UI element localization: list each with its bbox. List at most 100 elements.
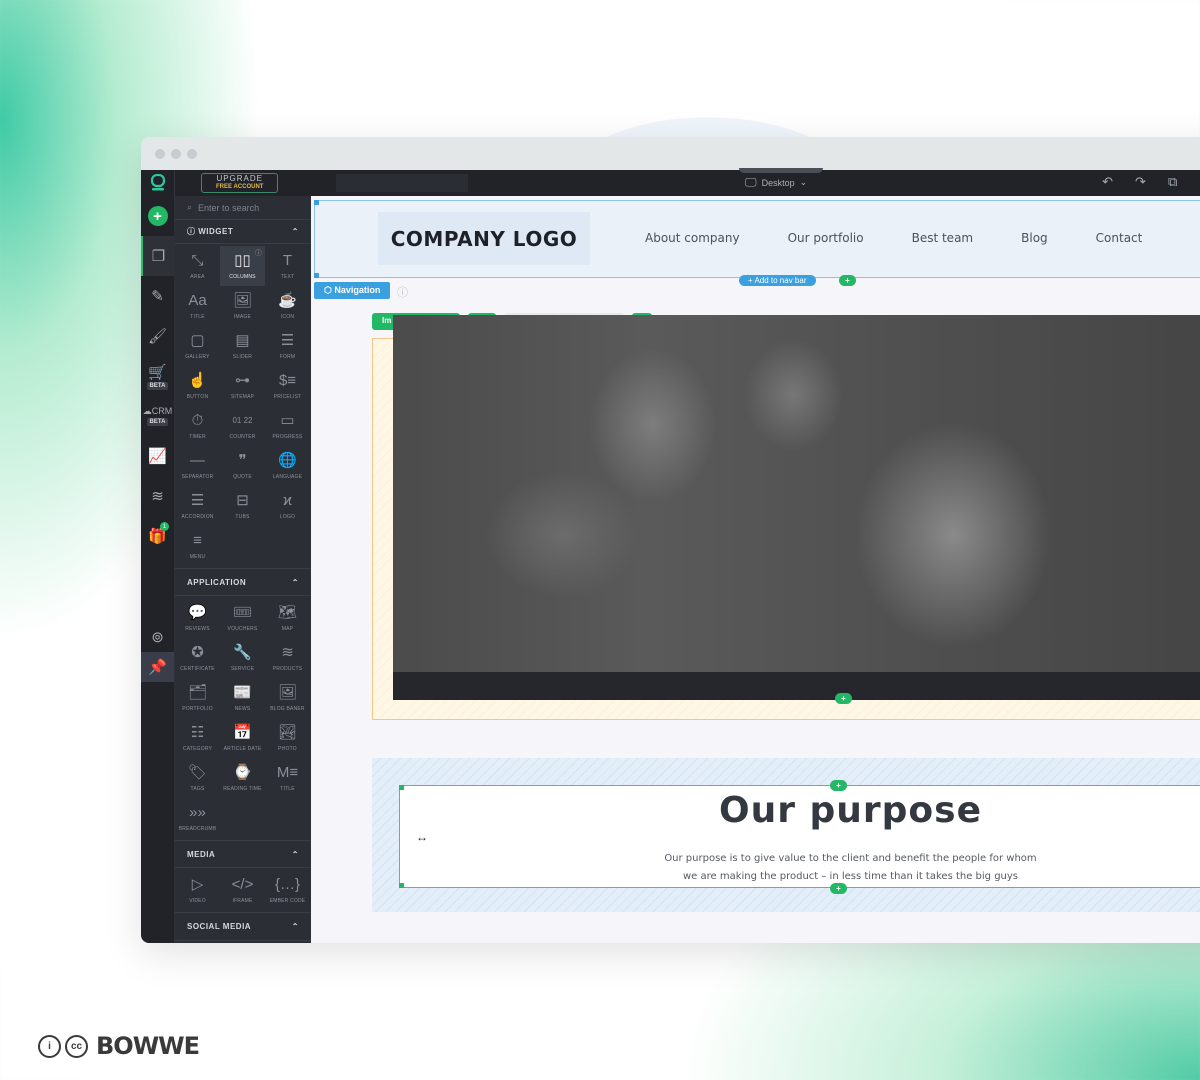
- widget-app-title[interactable]: M≡ TITLE: [265, 758, 310, 798]
- section-widget-header[interactable]: ⓘ WIDGET ⌃: [175, 220, 311, 244]
- widget-sitemap[interactable]: ⊶ SITEMAP: [220, 366, 265, 406]
- add-below-button[interactable]: +: [835, 693, 852, 704]
- rail-design[interactable]: 🖌: [141, 316, 174, 356]
- widget-map[interactable]: 🗺 MAP: [265, 598, 310, 638]
- widget-vouchers[interactable]: 🎟 VOUCHERS: [220, 598, 265, 638]
- company-logo[interactable]: COMPANY LOGO: [378, 212, 590, 265]
- widget-language[interactable]: 🌐 LANGUAGE: [265, 446, 310, 486]
- rail-shop[interactable]: 🛒 BETA: [141, 356, 174, 396]
- rail-gifts[interactable]: 🎁 1: [141, 516, 174, 556]
- purpose-text[interactable]: Our purpose is to give value to the clie…: [460, 850, 1200, 886]
- menu-item-blog[interactable]: Blog: [1021, 231, 1048, 245]
- section-social-media-header[interactable]: SOCIAL MEDIA ⌃: [175, 913, 311, 941]
- window-maximize-dot[interactable]: [187, 148, 197, 159]
- widget-counter[interactable]: 01 22 COUNTER: [220, 406, 265, 446]
- device-selector[interactable]: 🖵 Desktop ⌄: [745, 175, 807, 190]
- title-lines-icon: M≡: [276, 763, 299, 781]
- widget-button[interactable]: ☝ BUTTON: [175, 366, 220, 406]
- sitemap-icon[interactable]: ⧉: [1168, 174, 1177, 190]
- widget-portfolio[interactable]: 🗂 PORTFOLIO: [175, 678, 220, 718]
- rail-edit[interactable]: ✎: [141, 276, 174, 316]
- rail-layers[interactable]: ≋: [141, 476, 174, 516]
- widget-timer[interactable]: ⏱ TIMER: [175, 406, 220, 446]
- widget-form[interactable]: ☰ FORM: [265, 326, 310, 366]
- menu-item-portfolio[interactable]: Our portfolio: [788, 231, 864, 245]
- widget-reading-time[interactable]: ⌚ READING TIME: [220, 758, 265, 798]
- widget-iframe[interactable]: </> IFRAME: [220, 870, 265, 910]
- widget-certificate[interactable]: ✪ CERTIFICATE: [175, 638, 220, 678]
- pages-icon: ❐: [151, 248, 166, 265]
- widget-progress[interactable]: ▭ PROGRESS: [265, 406, 310, 446]
- rail-crm[interactable]: ☁CRM BETA: [141, 396, 174, 436]
- image-icon: 🖼: [232, 291, 253, 309]
- widget-accordion[interactable]: ☰ ACCORDION: [175, 486, 220, 526]
- resize-handle[interactable]: [399, 883, 404, 888]
- navigation-tag[interactable]: ⬡ Navigation: [314, 282, 391, 299]
- undo-icon[interactable]: ↶: [1102, 174, 1113, 190]
- calendar-icon: 📅: [233, 723, 252, 741]
- widget-title[interactable]: Aa TITLE: [175, 286, 220, 326]
- widget-slider[interactable]: ▤ SLIDER: [220, 326, 265, 366]
- widget-service[interactable]: 🔧 SERVICE: [220, 638, 265, 678]
- widget-news[interactable]: 📰 NEWS: [220, 678, 265, 718]
- rail-stats[interactable]: 📈: [141, 436, 174, 476]
- app-logo[interactable]: [141, 170, 175, 196]
- widget-article-date[interactable]: 📅 ARTICLE DATE: [220, 718, 265, 758]
- widget-area[interactable]: ⤡ AREA: [175, 246, 220, 286]
- purpose-section[interactable]: ↔ Our purpose Our purpose is to give val…: [372, 758, 1200, 912]
- add-to-nav-button[interactable]: + Add to nav bar: [739, 275, 816, 286]
- widget-tags[interactable]: 🏷 TAGS: [175, 758, 220, 798]
- rail-pin[interactable]: 📌: [141, 652, 174, 682]
- widget-products[interactable]: ≋ PRODUCTS: [265, 638, 310, 678]
- monitor-icon: 🖵: [745, 175, 757, 189]
- widget-text[interactable]: T TEXT: [265, 246, 310, 286]
- widget-quote[interactable]: ❞ QUOTE: [220, 446, 265, 486]
- add-above-button[interactable]: +: [830, 780, 847, 791]
- menu-item-team[interactable]: Best team: [912, 231, 974, 245]
- widget-pricelist[interactable]: $≡ PRICELIST: [265, 366, 310, 406]
- window-close-dot[interactable]: [155, 148, 165, 159]
- rail-pages[interactable]: ❐: [141, 236, 174, 276]
- page-name-field[interactable]: [336, 174, 469, 192]
- rail-add[interactable]: +: [141, 196, 174, 236]
- menu-item-contact[interactable]: Contact: [1096, 231, 1143, 245]
- info-icon[interactable]: ⓘ: [397, 284, 408, 300]
- widget-image[interactable]: 🖼 IMAGE: [220, 286, 265, 326]
- widget-video[interactable]: ▷ VIDEO: [175, 870, 220, 910]
- redo-icon[interactable]: ↷: [1135, 174, 1146, 190]
- collapse-topbar-handle[interactable]: [739, 168, 823, 173]
- creative-commons-icon: cc: [65, 1034, 88, 1058]
- pointer-icon: ☝: [188, 371, 207, 389]
- menu-item-about[interactable]: About company: [645, 231, 740, 245]
- widget-category[interactable]: ☷ CATEGORY: [175, 718, 220, 758]
- widget-menu[interactable]: ≡ MENU: [175, 526, 220, 566]
- widget-search[interactable]: ⌕ Enter to search: [175, 196, 311, 220]
- window-minimize-dot[interactable]: [171, 148, 181, 159]
- widget-columns[interactable]: ⓘ ▯▯ COLUMNS: [220, 246, 265, 286]
- resize-handle[interactable]: [314, 200, 319, 205]
- widget-gallery[interactable]: ▢ GALLERY: [175, 326, 220, 366]
- widget-separator[interactable]: — SEPARATOR: [175, 446, 220, 486]
- purpose-text-block[interactable]: ↔ Our purpose Our purpose is to give val…: [399, 785, 1200, 888]
- add-section-button[interactable]: +: [839, 275, 856, 286]
- browser-window: UPGRADE FREE ACCOUNT 🖵 Desktop ⌄ ↶ ↷ ⧉ ▣…: [141, 137, 1200, 943]
- add-below-button[interactable]: +: [830, 883, 847, 894]
- widget-ember-code[interactable]: {…} EMBER CODE: [265, 870, 310, 910]
- upgrade-button[interactable]: UPGRADE FREE ACCOUNT: [201, 173, 279, 193]
- section-media-header[interactable]: MEDIA ⌃: [175, 840, 311, 868]
- widget-blog-baner[interactable]: 🖼 BLOG BANER: [265, 678, 310, 718]
- resize-handle[interactable]: [314, 273, 319, 278]
- widget-photo[interactable]: 🏞 PHOTO: [265, 718, 310, 758]
- purpose-title[interactable]: Our purpose: [400, 790, 1200, 831]
- widget-icon[interactable]: ☕ ICON: [265, 286, 310, 326]
- widget-tubs[interactable]: ⊟ TUBS: [220, 486, 265, 526]
- site-navigation[interactable]: COMPANY LOGO About company Our portfolio…: [314, 200, 1200, 286]
- widget-breadcrumb[interactable]: »» BREADCRUMB: [175, 798, 220, 838]
- image-section[interactable]: +: [372, 315, 1200, 720]
- widget-logo[interactable]: ϰ LOGO: [265, 486, 310, 526]
- section-application-header[interactable]: APPLICATION ⌃: [175, 568, 311, 596]
- rail-help[interactable]: ⊚: [141, 622, 174, 652]
- team-photo[interactable]: [393, 315, 1200, 700]
- widget-reviews[interactable]: 💬 REVIEWS: [175, 598, 220, 638]
- edit-icon: ✎: [151, 288, 164, 305]
